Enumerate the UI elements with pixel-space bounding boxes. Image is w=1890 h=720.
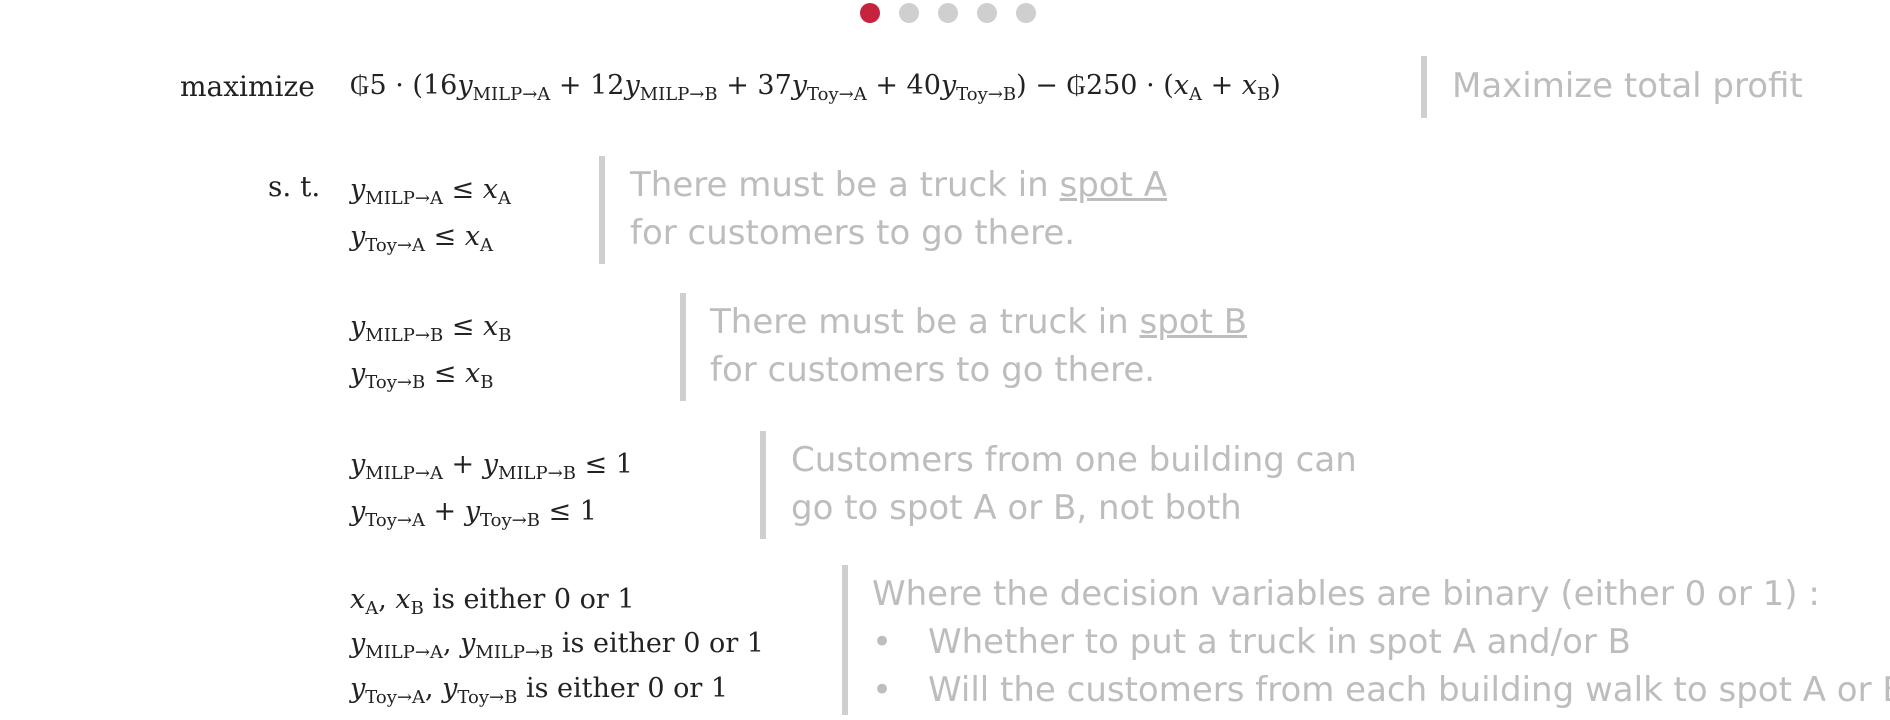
spot-b-link: spot B [1139,302,1248,342]
constraint-3-caption: Customers from one building can go to sp… [791,440,1357,528]
binary-x-vars: xA, xB is either 0 or 1 [350,584,635,619]
constraint-milp-b: yMILP→B ≤ xB [350,311,512,346]
binary-milp-vars: yMILP→A, yMILP→B is either 0 or 1 [350,628,764,663]
constraint-toy-one-spot: yToy→A + yToy→B ≤ 1 [350,496,597,531]
objective-formula: ₲5 · (16yMILP→A + 12yMILP→B + 37yToy→A +… [350,70,1281,105]
constraint-milp-one-spot: yMILP→A + yMILP→B ≤ 1 [350,449,633,484]
constraint-4-caption: Where the decision variables are binary … [872,570,1890,714]
constraint-milp-a: yMILP→A ≤ xA [350,174,511,209]
constraint-1-caption: There must be a truck in spot A for cust… [630,165,1168,253]
objective-caption: Maximize total profit [1452,66,1803,106]
constraint-2-divider [680,293,686,401]
bullet-icon: • [872,670,893,710]
constraint-toy-a: yToy→A ≤ xA [350,221,493,256]
constraint-4-divider [842,565,848,715]
slide-dot-4[interactable] [977,3,997,23]
slide-dot-5[interactable] [1016,3,1036,23]
subject-to-label: s. t. [268,170,321,203]
constraint-3-divider [760,431,766,539]
slide-pagination [860,3,1036,23]
slide-dot-2[interactable] [899,3,919,23]
binary-toy-vars: yToy→A, yToy→B is either 0 or 1 [350,673,729,708]
spot-a-link: spot A [1059,165,1168,205]
slide-dot-1[interactable] [860,3,880,23]
slide-dot-3[interactable] [938,3,958,23]
constraint-2-caption: There must be a truck in spot B for cust… [710,302,1248,390]
objective-divider [1421,56,1427,118]
constraint-toy-b: yToy→B ≤ xB [350,358,494,393]
maximize-keyword: maximize [180,70,315,103]
bullet-icon: • [872,622,893,662]
constraint-1-divider [599,156,605,264]
